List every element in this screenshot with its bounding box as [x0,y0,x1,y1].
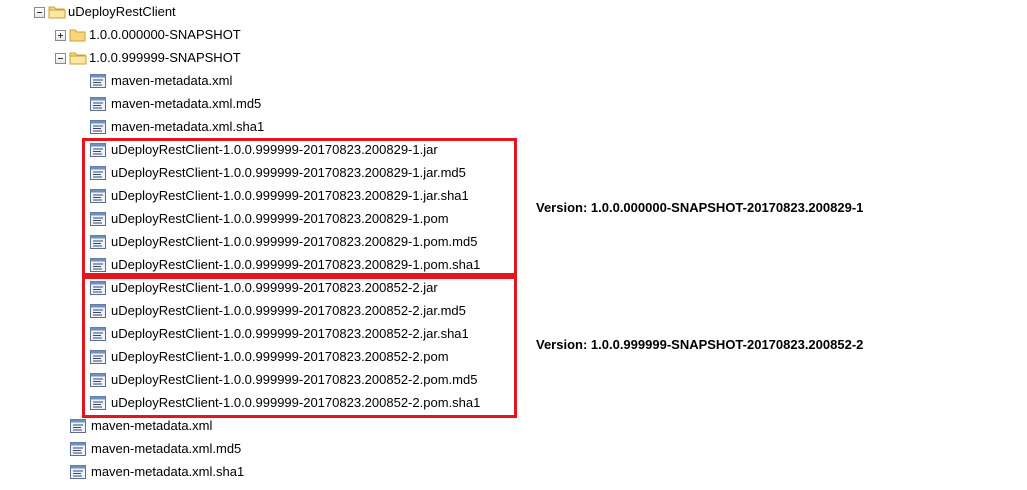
folder-open-icon [69,52,87,65]
minus-toggle-icon[interactable] [55,52,66,64]
tree-file-item[interactable]: maven-metadata.xml [90,71,232,91]
tree-node-root[interactable]: uDeployRestClient [34,2,176,22]
tree-file-item[interactable]: maven-metadata.xml.md5 [70,439,241,459]
tree-file-item[interactable]: maven-metadata.xml [70,416,212,436]
annotation-version-2: Version: 1.0.0.999999-SNAPSHOT-20170823.… [536,337,864,352]
file-label: maven-metadata.xml.sha1 [91,464,245,479]
tree-file-item[interactable]: maven-metadata.xml.md5 [90,94,261,114]
tree-file-item[interactable]: maven-metadata.xml.sha1 [90,117,264,137]
file-label: maven-metadata.xml.md5 [91,441,242,456]
folder-icon [69,29,86,42]
tree-file-item[interactable]: maven-metadata.xml.sha1 [70,462,244,482]
file-icon [70,442,86,456]
tree-node-label: 1.0.0.000000-SNAPSHOT [89,27,241,42]
highlight-box-group-2 [82,276,517,418]
folder-open-icon [48,6,66,19]
file-label: maven-metadata.xml [91,418,213,433]
file-icon [90,97,106,111]
file-label: maven-metadata.xml [111,73,233,88]
tree-node-label: 1.0.0.999999-SNAPSHOT [89,50,241,65]
plus-toggle-icon[interactable] [55,29,66,41]
file-icon [70,419,86,433]
annotation-version-1: Version: 1.0.0.000000-SNAPSHOT-20170823.… [536,200,864,215]
file-icon [90,120,106,134]
file-icon [70,465,86,479]
tree-node-folder-1[interactable]: 1.0.0.000000-SNAPSHOT [55,25,241,45]
file-label: maven-metadata.xml.md5 [111,96,262,111]
minus-toggle-icon[interactable] [34,6,45,18]
tree-node-folder-2[interactable]: 1.0.0.999999-SNAPSHOT [55,48,241,68]
highlight-box-group-1 [82,138,517,276]
file-label: maven-metadata.xml.sha1 [111,119,265,134]
tree-node-label: uDeployRestClient [68,4,176,19]
file-icon [90,74,106,88]
